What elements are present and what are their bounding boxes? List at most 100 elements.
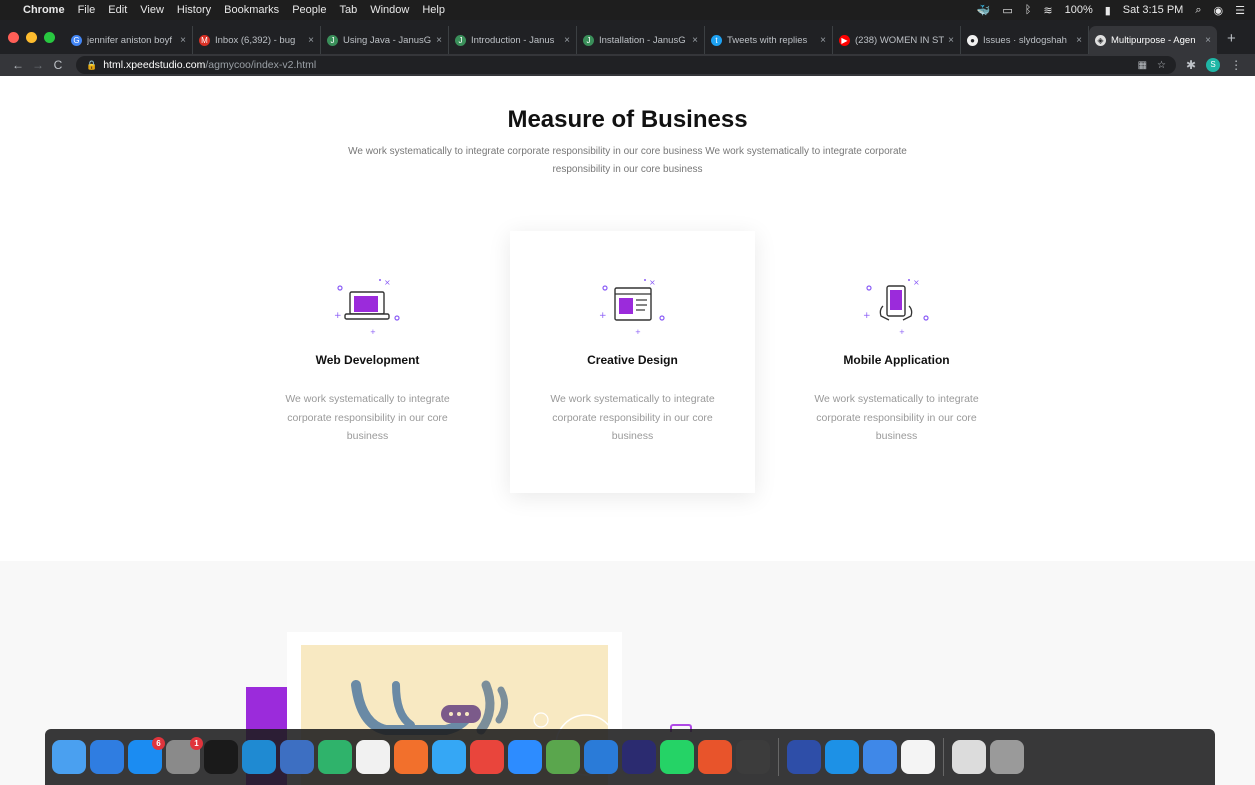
tab-favicon-icon: ▶ xyxy=(839,34,850,46)
close-tab-icon[interactable]: × xyxy=(564,35,570,46)
extensions-puzzle-icon[interactable]: ✱ xyxy=(1186,58,1196,72)
close-tab-icon[interactable]: × xyxy=(1076,35,1082,46)
dock-gitkraken-icon[interactable] xyxy=(318,740,352,774)
browser-tab[interactable]: ◈ Multipurpose - Agen × xyxy=(1089,26,1217,54)
browser-toolbar: ← → C 🔒 html.xpeedstudio.com/agmycoo/ind… xyxy=(0,54,1255,76)
dock-app-store-icon[interactable]: 6 xyxy=(128,737,165,774)
service-card-creative-design[interactable]: × + + Creative Design We work systematic… xyxy=(510,231,755,493)
browser-tab[interactable]: t Tweets with replies × xyxy=(705,26,833,54)
web-page: Measure of Business We work systematical… xyxy=(0,76,1255,785)
dock-system-preferences-icon[interactable]: 1 xyxy=(166,737,203,774)
dock-quicktime-icon[interactable] xyxy=(787,740,821,774)
menu-edit[interactable]: Edit xyxy=(108,4,127,16)
menu-clock[interactable]: Sat 3:15 PM xyxy=(1123,4,1184,16)
dock-sketchup-icon[interactable] xyxy=(546,740,580,774)
dock-neo4j-icon[interactable] xyxy=(698,740,732,774)
close-tab-icon[interactable]: × xyxy=(820,35,826,46)
dock-trash-icon[interactable] xyxy=(990,740,1024,774)
new-tab-button[interactable]: + xyxy=(1217,26,1246,54)
svg-text:+: + xyxy=(370,328,376,336)
service-card-mobile-application[interactable]: × + + Mobile Application We work systema… xyxy=(774,231,1019,493)
dock-badge: 1 xyxy=(190,737,203,750)
service-title: Mobile Application xyxy=(843,353,950,367)
airplay-icon[interactable]: ▭ xyxy=(1002,4,1012,17)
url-host: html.xpeedstudio.com xyxy=(103,59,206,71)
tab-title: Inbox (6,392) - bug xyxy=(215,34,296,46)
dock-zoom-icon[interactable] xyxy=(508,740,542,774)
browser-tab[interactable]: J Installation - JanusG × xyxy=(577,26,705,54)
menu-view[interactable]: View xyxy=(140,4,164,16)
close-tab-icon[interactable]: × xyxy=(180,35,186,46)
dock-textedit-icon[interactable] xyxy=(356,740,390,774)
browser-tab[interactable]: Gjennifer aniston boyf × xyxy=(65,26,193,54)
svg-text:×: × xyxy=(384,278,391,287)
dock-sourcetree-icon[interactable] xyxy=(901,740,935,774)
tab-title: Tweets with replies xyxy=(727,34,808,46)
macos-dock: 61 xyxy=(45,729,1215,785)
battery-icon[interactable]: ▮ xyxy=(1105,4,1111,17)
close-tab-icon[interactable]: × xyxy=(1205,35,1211,46)
dock-keynote-charts-icon[interactable] xyxy=(584,740,618,774)
close-tab-icon[interactable]: × xyxy=(436,35,442,46)
browser-tab[interactable]: ▶ (238) WOMEN IN ST × xyxy=(833,26,961,54)
mobile-icon: × + + xyxy=(863,278,929,336)
close-tab-icon[interactable]: × xyxy=(692,35,698,46)
menu-tab[interactable]: Tab xyxy=(339,4,357,16)
chrome-menu-icon[interactable]: ⋮ xyxy=(1230,58,1242,72)
dock-safari-icon[interactable] xyxy=(90,740,124,774)
browser-tab[interactable]: M Inbox (6,392) - bug × xyxy=(193,26,321,54)
dock-finder-icon[interactable] xyxy=(52,740,86,774)
menu-window[interactable]: Window xyxy=(370,4,409,16)
macos-menu-bar: Chrome File Edit View History Bookmarks … xyxy=(0,0,1255,20)
menu-history[interactable]: History xyxy=(177,4,211,16)
forward-arrow-icon[interactable]: → xyxy=(28,58,48,72)
dock-vscode-icon[interactable] xyxy=(242,740,276,774)
dock-separator xyxy=(943,738,944,776)
menu-help[interactable]: Help xyxy=(422,4,445,16)
qr-code-icon[interactable]: ▦ xyxy=(1138,60,1147,71)
tab-title: Issues · slydogshah xyxy=(983,34,1067,46)
notification-center-icon[interactable]: ☰ xyxy=(1235,4,1245,17)
tab-favicon-icon: J xyxy=(583,34,594,46)
zoom-window-button[interactable] xyxy=(44,31,55,43)
svg-text:+: + xyxy=(899,328,905,336)
dock-terminal-icon[interactable] xyxy=(204,740,238,774)
address-bar[interactable]: 🔒 html.xpeedstudio.com/agmycoo/index-v2.… xyxy=(76,56,1176,74)
menu-bookmarks[interactable]: Bookmarks xyxy=(224,4,279,16)
reload-icon[interactable]: C xyxy=(48,58,68,72)
svg-text:+: + xyxy=(635,328,641,336)
close-window-button[interactable] xyxy=(8,31,19,43)
dock-chrome-icon[interactable] xyxy=(470,740,504,774)
menu-people[interactable]: People xyxy=(292,4,326,16)
menu-app-name[interactable]: Chrome xyxy=(23,4,65,16)
dock-swift-icon[interactable] xyxy=(394,740,428,774)
browser-tab[interactable]: ● Issues · slydogshah × xyxy=(961,26,1089,54)
close-tab-icon[interactable]: × xyxy=(948,35,954,46)
spotlight-search-icon[interactable]: ⌕ xyxy=(1195,4,1201,17)
dock-docker-icon[interactable] xyxy=(825,740,859,774)
section-subtitle: We work systematically to integrate corp… xyxy=(348,146,907,175)
close-tab-icon[interactable]: × xyxy=(308,35,314,46)
back-arrow-icon[interactable]: ← xyxy=(8,58,28,72)
bookmark-star-icon[interactable]: ☆ xyxy=(1157,60,1166,71)
wifi-icon[interactable]: ≋ xyxy=(1043,4,1052,17)
menu-file[interactable]: File xyxy=(78,4,96,16)
profile-avatar[interactable]: S xyxy=(1206,58,1221,72)
dock-xcode-dev-icon[interactable] xyxy=(863,740,897,774)
dock-intellij-icon[interactable] xyxy=(622,740,656,774)
siri-icon[interactable]: ◉ xyxy=(1214,4,1224,17)
docker-status-icon[interactable]: 🐳 xyxy=(977,4,991,17)
service-card-web-development[interactable]: × + + Web Development We work systematic… xyxy=(245,231,490,493)
lock-icon[interactable]: 🔒 xyxy=(86,60,97,71)
battery-percent[interactable]: 100% xyxy=(1065,4,1093,16)
dock-xcode-icon[interactable] xyxy=(280,740,314,774)
browser-tab[interactable]: J Introduction - Janus × xyxy=(449,26,577,54)
dock-archive-icon[interactable] xyxy=(952,740,986,774)
tab-favicon-icon: J xyxy=(327,34,338,46)
dock-activity-monitor-icon[interactable] xyxy=(736,740,770,774)
bluetooth-icon[interactable]: ᛒ xyxy=(1025,4,1032,16)
dock-whatsapp-icon[interactable] xyxy=(660,740,694,774)
minimize-window-button[interactable] xyxy=(26,31,37,43)
browser-tab[interactable]: J Using Java - JanusG × xyxy=(321,26,449,54)
dock-messages-icon[interactable] xyxy=(432,740,466,774)
